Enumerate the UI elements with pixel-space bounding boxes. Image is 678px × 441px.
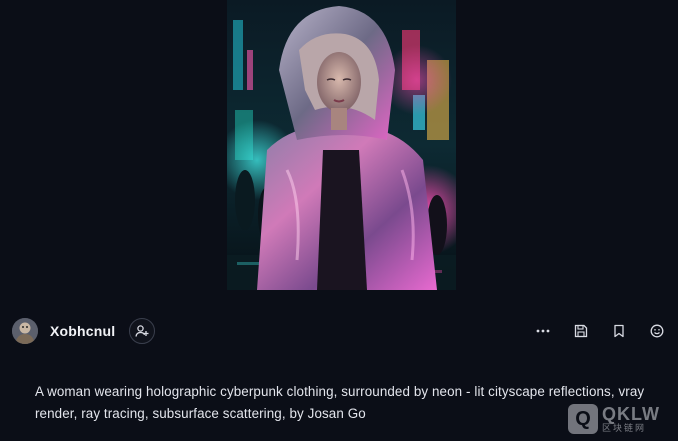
follow-button[interactable] [129, 318, 156, 344]
avatar[interactable] [12, 318, 38, 344]
username[interactable]: Xobhcnul [50, 323, 115, 339]
react-button[interactable] [646, 320, 668, 342]
author-row: Xobhcnul [12, 316, 668, 346]
more-button[interactable] [532, 320, 554, 342]
save-disk-icon [574, 324, 588, 338]
smiley-icon [650, 324, 664, 338]
watermark-mark: Q [568, 404, 598, 434]
action-bar [516, 320, 668, 342]
watermark-subtitle: 区块链网 [602, 422, 647, 433]
artwork-image[interactable] [227, 0, 456, 290]
watermark-logo: Q QKLW 区块链网 [568, 401, 672, 437]
bookmark-button[interactable] [608, 320, 630, 342]
bookmark-icon [614, 324, 624, 338]
more-dots-icon [536, 329, 550, 333]
add-user-icon [135, 325, 149, 337]
watermark-brand: QKLW [602, 403, 660, 424]
cyberpunk-portrait-image [227, 0, 456, 290]
save-button[interactable] [570, 320, 592, 342]
user-avatar-icon [12, 318, 38, 344]
page: Xobhcnul A woman wearing holographic cyb… [0, 0, 678, 441]
